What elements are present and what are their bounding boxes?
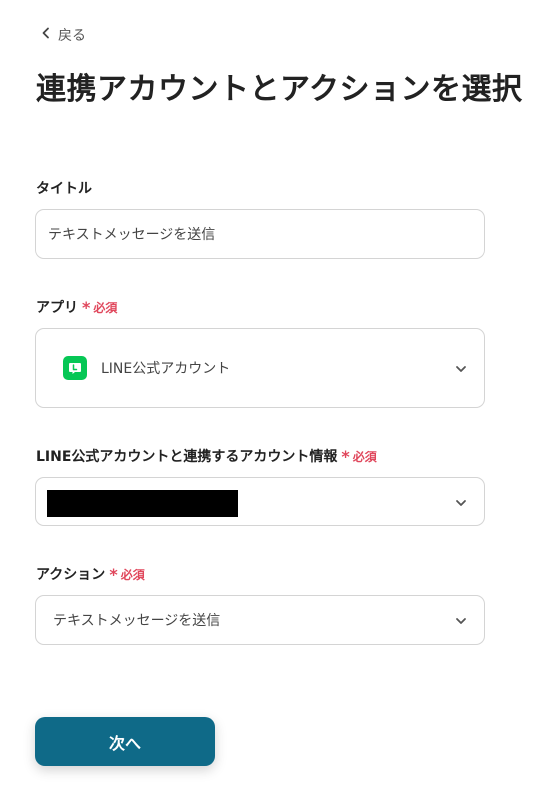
account-label-text: LINE公式アカウントと連携するアカウント情報 (36, 449, 338, 465)
account-select[interactable] (35, 477, 485, 526)
required-badge: 必須 (120, 567, 145, 582)
app-select-value: LINE公式アカウント (63, 329, 230, 407)
required-asterisk: * (82, 297, 91, 317)
action-select-value: テキストメッセージを送信 (53, 596, 220, 644)
required-asterisk: * (109, 564, 118, 584)
app-select[interactable]: LINE公式アカウント (35, 328, 485, 408)
chevron-down-icon (454, 495, 468, 509)
required-badge: 必須 (93, 300, 118, 315)
app-select-text: LINE公式アカウント (101, 361, 231, 377)
action-label-text: アクション (36, 567, 106, 583)
action-select[interactable]: テキストメッセージを送信 (35, 595, 485, 645)
required-asterisk: * (341, 446, 350, 466)
chevron-down-icon (454, 361, 468, 375)
title-label-text: タイトル (36, 181, 92, 197)
redacted-account-value (47, 490, 238, 517)
title-input[interactable] (36, 210, 484, 258)
chevron-left-icon (40, 27, 52, 43)
page-title: 連携アカウントとアクションを選択 (36, 72, 523, 107)
page: 戻る 連携アカウントとアクションを選択 タイトル アプリ * 必須 LINE公式… (0, 0, 536, 800)
line-logo-icon (63, 356, 87, 380)
required-badge: 必須 (352, 449, 377, 464)
next-button[interactable]: 次へ (35, 717, 215, 766)
back-label: 戻る (58, 28, 86, 44)
title-field-label: タイトル (36, 178, 92, 198)
app-field-label: アプリ * 必須 (36, 297, 117, 317)
action-field-label: アクション * 必須 (36, 564, 145, 584)
chevron-down-icon (454, 613, 468, 627)
app-label-text: アプリ (36, 300, 78, 316)
account-field-label: LINE公式アカウントと連携するアカウント情報 * 必須 (36, 446, 377, 466)
back-link[interactable]: 戻る (40, 25, 86, 45)
action-select-text: テキストメッセージを送信 (53, 613, 221, 629)
title-field[interactable] (35, 209, 485, 259)
